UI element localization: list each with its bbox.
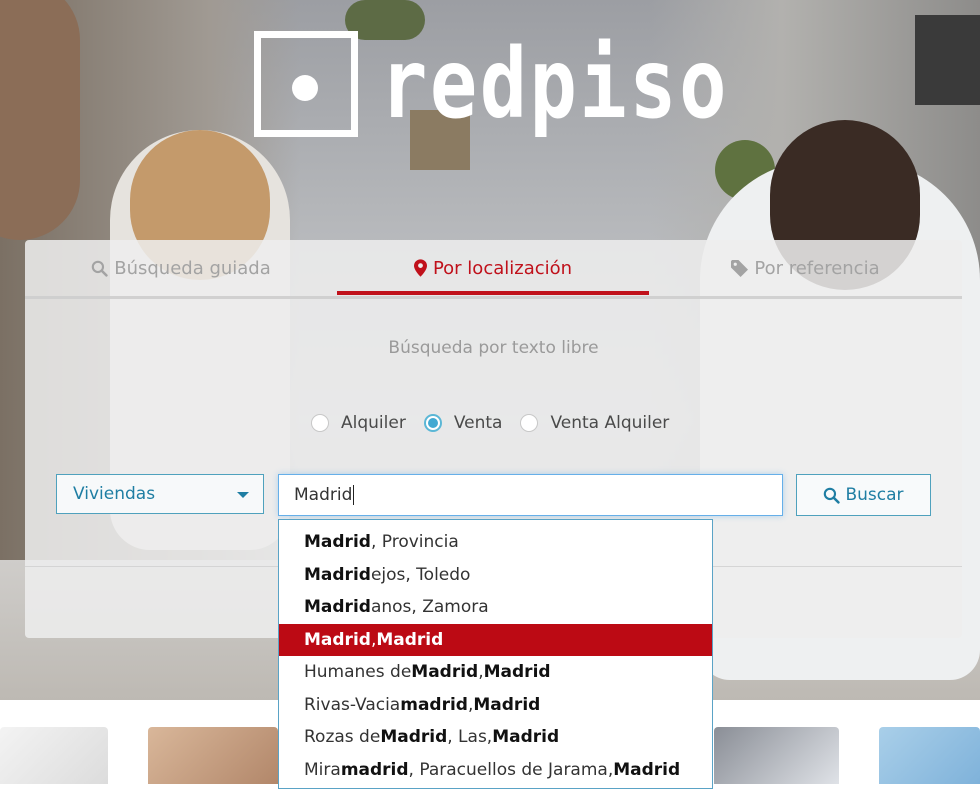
active-tab-indicator xyxy=(337,291,649,295)
search-icon xyxy=(91,260,108,277)
autocomplete-dropdown: Madrid, Provincia Madrid ejos, Toledo Madri… xyxy=(278,519,713,789)
radio-button[interactable] xyxy=(520,414,539,432)
suggestion-match: Madrid xyxy=(483,662,551,683)
radio-venta[interactable]: Venta xyxy=(423,413,503,433)
search-button[interactable]: Buscar xyxy=(796,474,931,516)
brand-logo[interactable]: redpiso xyxy=(254,28,806,140)
property-type-value: Viviendas xyxy=(73,484,156,504)
radio-label: Venta xyxy=(453,413,503,433)
radio-button[interactable] xyxy=(311,414,329,432)
map-marker-icon xyxy=(413,259,427,277)
suggestion-text: Humanes de xyxy=(304,662,412,683)
radio-label: Venta Alquiler xyxy=(550,413,670,433)
suggestion-item[interactable]: Madrid anos, Zamora xyxy=(279,591,712,624)
featured-card[interactable] xyxy=(148,727,278,784)
tab-guided-search[interactable]: Búsqueda guiada xyxy=(25,240,337,296)
suggestion-item[interactable]: Rivas-Vacia madrid, Madrid xyxy=(279,689,712,722)
featured-card[interactable] xyxy=(714,727,839,784)
suggestion-text: , Las, xyxy=(447,727,493,748)
radio-venta-alquiler[interactable]: Venta Alquiler xyxy=(520,413,669,433)
suggestion-item[interactable]: Madrid, Madrid xyxy=(279,623,712,656)
suggestion-text: anos, Zamora xyxy=(370,597,489,618)
location-search-input[interactable]: Madrid xyxy=(278,474,783,516)
suggestion-text: ejos, Toledo xyxy=(370,564,471,585)
suggestion-match: Madrid xyxy=(304,597,371,618)
suggestion-item[interactable]: Madrid, Provincia xyxy=(279,526,712,559)
chevron-down-icon xyxy=(237,492,249,498)
logo-mark xyxy=(254,31,358,137)
tab-label: Por localización xyxy=(432,257,573,279)
logo-text: redpiso xyxy=(380,28,729,140)
suggestion-text: Mira xyxy=(304,759,341,780)
suggestion-item[interactable]: Mira madrid, Paracuellos de Jarama, Madri… xyxy=(279,754,712,787)
tab-by-reference[interactable]: Por referencia xyxy=(649,240,962,296)
search-tabs: Búsqueda guiada Por localización Por ref… xyxy=(25,240,962,299)
suggestion-match: madrid xyxy=(400,694,468,715)
search-button-label: Buscar xyxy=(845,485,904,505)
suggestion-match: Madrid xyxy=(376,629,444,650)
tab-label: Por referencia xyxy=(754,257,880,279)
suggestion-match: Madrid xyxy=(411,662,479,683)
suggestion-match: madrid xyxy=(340,759,409,780)
suggestion-match: Madrid xyxy=(473,694,541,715)
text-cursor xyxy=(353,485,355,505)
tag-icon xyxy=(731,259,749,277)
featured-card[interactable] xyxy=(0,727,108,784)
suggestion-item[interactable]: Rozas de Madrid, Las, Madrid xyxy=(279,721,712,754)
radio-label: Alquiler xyxy=(341,413,406,433)
suggestion-match: Madrid xyxy=(492,727,560,748)
suggestion-item[interactable]: Madrid ejos, Toledo xyxy=(279,559,712,592)
suggestion-text: Rivas-Vacia xyxy=(304,694,401,715)
suggestion-item[interactable]: Humanes de Madrid, Madrid xyxy=(279,656,712,689)
search-icon xyxy=(823,487,841,504)
suggestion-text: Rozas de xyxy=(304,727,381,748)
radio-button-checked[interactable] xyxy=(423,414,442,432)
suggestion-match: Madrid xyxy=(304,564,371,585)
tab-by-location[interactable]: Por localización xyxy=(337,240,649,296)
property-type-select[interactable]: Viviendas xyxy=(56,474,264,514)
suggestion-match: Madrid xyxy=(380,727,448,748)
suggestion-text: , Provincia xyxy=(370,532,459,553)
suggestion-text: , Paracuellos de Jarama, xyxy=(408,759,614,780)
free-text-heading: Búsqueda por texto libre xyxy=(388,338,599,358)
search-input-value: Madrid xyxy=(294,485,353,505)
featured-card[interactable] xyxy=(879,727,980,784)
suggestion-match: Madrid xyxy=(304,532,371,553)
radio-alquiler[interactable]: Alquiler xyxy=(311,413,406,433)
operation-radio-group: Alquiler Venta Venta Alquiler xyxy=(311,408,687,438)
suggestion-match: Madrid xyxy=(613,759,681,780)
tab-label: Búsqueda guiada xyxy=(114,257,271,279)
suggestion-match: Madrid xyxy=(304,629,371,650)
